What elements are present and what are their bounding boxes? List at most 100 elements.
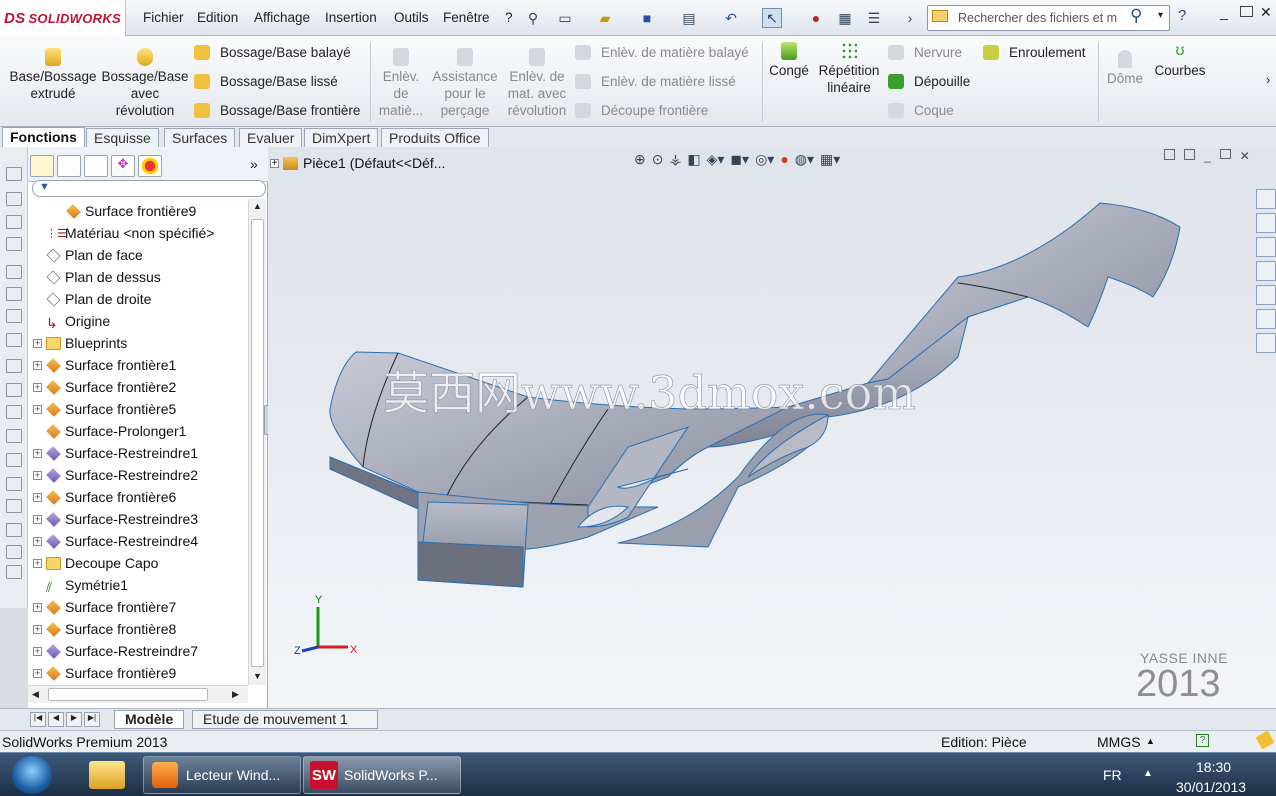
tree-item[interactable]: + Surface frontière9: [28, 662, 248, 684]
menu-affichage[interactable]: Affichage: [254, 10, 310, 25]
scroll-down-arrow-icon[interactable]: ▼: [253, 671, 262, 681]
view-tool-icon[interactable]: [6, 287, 22, 301]
boundary-cut-button[interactable]: Découpe frontière: [575, 103, 708, 118]
tab-motion-study[interactable]: Etude de mouvement 1: [192, 710, 378, 729]
tree-item[interactable]: + Surface-Restreindre3: [28, 508, 248, 530]
help-icon[interactable]: ?: [1178, 7, 1186, 24]
tree-item[interactable]: + Surface-Restreindre1: [28, 442, 248, 464]
rib-button[interactable]: Nervure: [888, 45, 962, 60]
tree-item[interactable]: ⫽ Symétrie1: [28, 574, 248, 596]
shell-button[interactable]: Coque: [888, 103, 954, 118]
property-manager-tab-icon[interactable]: [57, 155, 81, 177]
lofted-boss-button[interactable]: Bossage/Base lissé: [194, 74, 338, 89]
view-tool-icon[interactable]: [6, 237, 22, 251]
tab-fonctions[interactable]: Fonctions: [2, 127, 85, 148]
tree-item[interactable]: + Surface frontière5: [28, 398, 248, 420]
revolved-boss-button[interactable]: Bossage/Base avec révolution: [100, 48, 190, 119]
view-tool-icon[interactable]: [6, 167, 22, 181]
swept-boss-button[interactable]: Bossage/Base balayé: [194, 45, 351, 60]
tab-produits-office[interactable]: Produits Office: [381, 128, 489, 147]
tree-item[interactable]: + Decoupe Capo: [28, 552, 248, 574]
wrap-button[interactable]: Enroulement: [983, 45, 1086, 60]
solidworks-logo[interactable]: DS SOLIDWORKS: [0, 0, 126, 36]
expand-icon[interactable]: +: [33, 448, 42, 458]
start-button[interactable]: [12, 756, 52, 794]
minimize-window-icon[interactable]: _: [1220, 4, 1228, 20]
tree-item[interactable]: + Blueprints: [28, 332, 248, 354]
draft-button[interactable]: Dépouille: [888, 74, 970, 89]
tab-esquisse[interactable]: Esquisse: [86, 128, 159, 147]
file-properties-icon[interactable]: ▦: [835, 8, 855, 28]
search-dropdown-icon[interactable]: ▾: [1158, 10, 1163, 21]
menu-fenetre[interactable]: Fenêtre: [443, 10, 490, 25]
tree-item[interactable]: + Surface frontière6: [28, 486, 248, 508]
scroll-thumb[interactable]: [251, 219, 264, 667]
options-icon[interactable]: ☰: [864, 8, 884, 28]
linear-pattern-button[interactable]: Répétition linéaire: [816, 42, 882, 96]
tab-dimxpert[interactable]: DimXpert: [304, 128, 379, 147]
tree-item[interactable]: Plan de face: [28, 244, 248, 266]
tree-item[interactable]: ↳ Origine: [28, 310, 248, 332]
tree-item[interactable]: + Surface frontière7: [28, 596, 248, 618]
new-document-icon[interactable]: ▭: [555, 8, 575, 28]
close-window-icon[interactable]: ✕: [1260, 4, 1272, 21]
view-tool-icon[interactable]: [6, 523, 22, 537]
view-tool-icon[interactable]: [6, 215, 22, 229]
menu-edition[interactable]: Edition: [197, 10, 238, 25]
select-pointer-icon[interactable]: ↖: [762, 8, 782, 28]
display-manager-tab-icon[interactable]: [138, 155, 162, 177]
expand-icon[interactable]: +: [33, 382, 42, 392]
units-dropdown-icon[interactable]: ▲: [1146, 736, 1155, 746]
extruded-cut-button[interactable]: Enlèv. de matiè...: [376, 48, 426, 119]
quick-tips-icon[interactable]: ?: [1196, 734, 1209, 747]
expand-icon[interactable]: +: [33, 492, 42, 502]
view-tool-icon[interactable]: [6, 429, 22, 443]
tree-item[interactable]: + Surface frontière2: [28, 376, 248, 398]
explorer-taskbar-button[interactable]: [78, 756, 136, 794]
tree-vertical-scrollbar[interactable]: ▲ ▼: [248, 199, 266, 685]
view-tool-icon[interactable]: [6, 477, 22, 491]
graphics-viewport[interactable]: + Pièce1 (Défaut<<Déf... ⊕ ⊙ ⚶ ◧ ◈▾ ◼▾ ◎…: [268, 147, 1276, 708]
restore-window-icon[interactable]: [1240, 6, 1253, 17]
next-tab-icon[interactable]: ▶: [66, 712, 82, 727]
expand-icon[interactable]: +: [33, 558, 42, 568]
language-indicator[interactable]: FR: [1103, 767, 1122, 783]
ribbon-overflow-chevron-icon[interactable]: ›: [1266, 72, 1270, 87]
tree-item[interactable]: Plan de dessus: [28, 266, 248, 288]
tree-item[interactable]: + Surface-Restreindre2: [28, 464, 248, 486]
expand-icon[interactable]: +: [33, 514, 42, 524]
view-tool-icon[interactable]: [6, 499, 22, 513]
expand-icon[interactable]: +: [33, 338, 42, 348]
expand-icon[interactable]: +: [33, 360, 42, 370]
last-tab-icon[interactable]: ▶|: [84, 712, 100, 727]
overflow-chevron-icon[interactable]: ›: [900, 8, 920, 28]
first-tab-icon[interactable]: |◀: [30, 712, 46, 727]
view-tool-icon[interactable]: [6, 545, 22, 559]
revolved-cut-button[interactable]: Enlèv. de mat. avec révolution: [503, 48, 571, 119]
pin-icon[interactable]: ⚲: [523, 8, 543, 28]
search-magnifier-icon[interactable]: ⚲: [1130, 6, 1142, 26]
view-tool-icon[interactable]: [6, 453, 22, 467]
tree-item[interactable]: Surface-Prolonger1: [28, 420, 248, 442]
tree-item[interactable]: Surface frontière9: [28, 200, 248, 222]
rebuild-icon[interactable]: ●: [806, 8, 826, 28]
dome-button[interactable]: Dôme: [1102, 50, 1148, 87]
tab-evaluer[interactable]: Evaluer: [239, 128, 303, 147]
expand-icon[interactable]: +: [33, 624, 42, 634]
unit-system[interactable]: MMGS: [1097, 734, 1141, 750]
expand-panel-icon[interactable]: »: [250, 156, 258, 172]
expand-icon[interactable]: +: [33, 470, 42, 480]
view-tool-icon[interactable]: [6, 309, 22, 323]
tree-item[interactable]: + Surface-Restreindre7: [28, 640, 248, 662]
menu-outils[interactable]: Outils: [394, 10, 429, 25]
expand-icon[interactable]: +: [33, 668, 42, 678]
swept-cut-button[interactable]: Enlèv. de matière balayé: [575, 45, 749, 60]
configuration-manager-tab-icon[interactable]: [84, 155, 108, 177]
prev-tab-icon[interactable]: ◀: [48, 712, 64, 727]
tree-item[interactable]: ⋮☰ Matériau <non spécifié>: [28, 222, 248, 244]
surface-model[interactable]: 莫西网www.3dmox.com Y X Z: [268, 147, 1276, 708]
clock-date[interactable]: 30/01/2013: [1176, 779, 1246, 795]
curves-button[interactable]: ʊ Courbes: [1150, 42, 1210, 79]
scroll-left-arrow-icon[interactable]: ◀: [32, 689, 39, 700]
scroll-up-arrow-icon[interactable]: ▲: [253, 201, 262, 211]
